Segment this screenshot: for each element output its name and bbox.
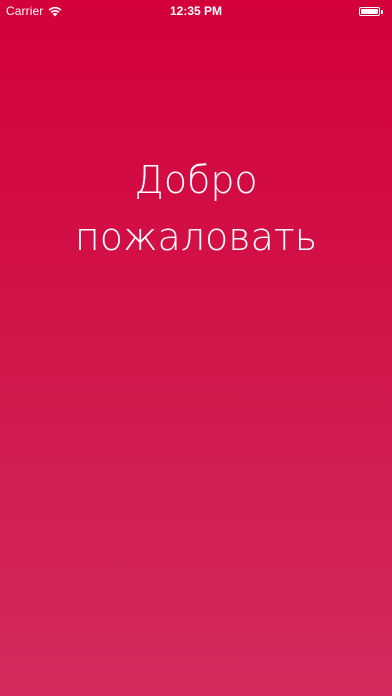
- welcome-line-1: Добро: [134, 158, 258, 202]
- welcome-line-2: пожаловать: [74, 215, 318, 259]
- battery-icon: [359, 6, 385, 17]
- welcome-screen: Carrier 12:35 PM Добро пожаловать: [0, 0, 392, 696]
- battery-cap: [381, 9, 383, 14]
- status-bar: Carrier 12:35 PM: [0, 0, 392, 22]
- status-time: 12:35 PM: [169, 4, 223, 18]
- battery-fill: [361, 9, 378, 14]
- welcome-title: Добро пожаловать: [0, 152, 392, 266]
- battery-body: [359, 7, 380, 16]
